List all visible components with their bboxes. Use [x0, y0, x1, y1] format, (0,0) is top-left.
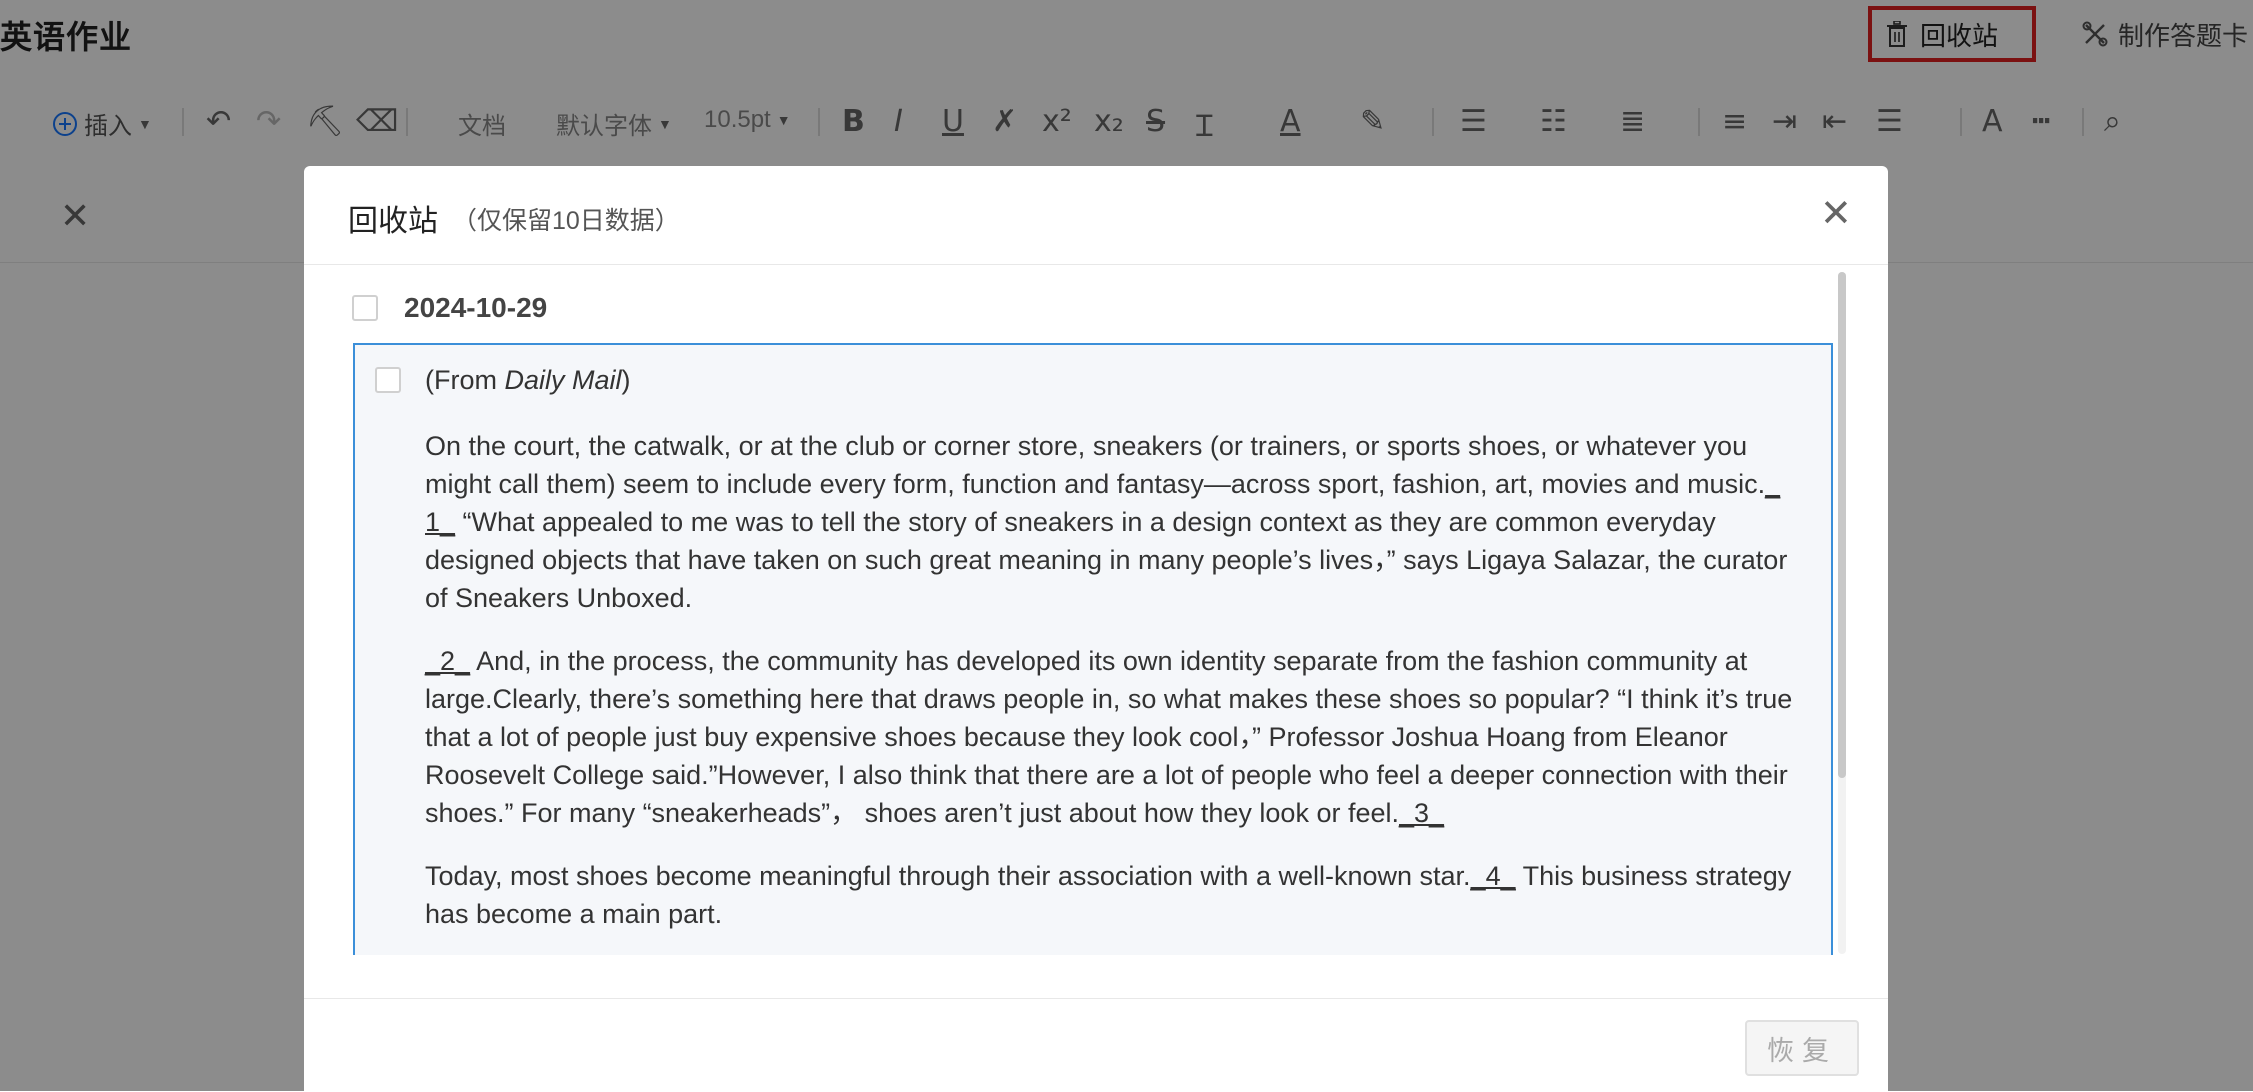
item-paragraph: Today, most shoes become meaningful thro…: [425, 857, 1815, 933]
text-run: And, in the process, the community has d…: [425, 646, 1793, 828]
item-checkbox[interactable]: [375, 367, 401, 393]
item-source: (From Daily Mail): [425, 365, 631, 396]
source-prefix: (From: [425, 365, 505, 395]
text-run: “What appealed to me was to tell the sto…: [425, 507, 1788, 613]
dialog-title: 回收站: [348, 205, 438, 238]
source-suffix: ): [621, 365, 631, 395]
restore-button[interactable]: 恢复: [1745, 1020, 1859, 1076]
source-name: Daily Mail: [504, 365, 622, 395]
date-group-checkbox[interactable]: [352, 295, 378, 321]
text-run: Today, most shoes become meaningful thro…: [425, 861, 1471, 891]
dialog-header: 回收站 （仅保留10日数据） ✕: [304, 166, 1888, 265]
item-paragraph: On the court, the catwalk, or at the clu…: [425, 427, 1815, 617]
deleted-item-card[interactable]: (From Daily Mail) On the court, the catw…: [353, 343, 1833, 955]
date-group-label: 2024-10-29: [404, 292, 548, 323]
scrollbar-thumb[interactable]: [1838, 272, 1846, 778]
recycle-bin-dialog: 回收站 （仅保留10日数据） ✕ 2024-10-29 (From Daily …: [304, 166, 1888, 1091]
blank-4: _4_: [1470, 861, 1516, 891]
text-run: On the court, the catwalk, or at the clu…: [425, 431, 1766, 499]
blank-3: _3_: [1399, 798, 1445, 828]
blank-2: _2_: [425, 646, 471, 676]
close-icon[interactable]: ✕: [1820, 194, 1852, 232]
dialog-footer: [304, 998, 1888, 1092]
item-paragraph: _2_ And, in the process, the community h…: [425, 642, 1815, 832]
dialog-subtitle: （仅保留10日数据）: [452, 207, 680, 235]
dialog-body: 2024-10-29 (From Daily Mail) On the cour…: [304, 265, 1888, 955]
